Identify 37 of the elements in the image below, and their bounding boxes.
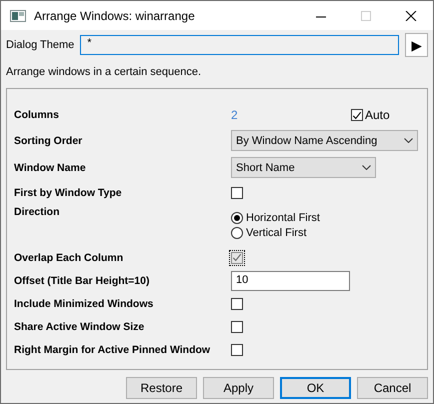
option-label: Share Active Window Size: [14, 320, 146, 332]
app-icon: [10, 10, 26, 22]
option-label: Window Name: [14, 162, 87, 174]
checkbox[interactable]: [231, 344, 243, 356]
dropdown[interactable]: By Window Name Ascending: [231, 130, 418, 151]
dialog-button[interactable]: Apply: [203, 377, 274, 399]
option-label: Columns: [14, 109, 60, 121]
chevron-icon: [404, 138, 413, 143]
play-button[interactable]: ▶: [405, 33, 428, 57]
dialog-button[interactable]: Cancel: [357, 377, 428, 399]
chevron-icon: [362, 165, 371, 170]
option-label: Offset (Title Bar Height=10): [14, 274, 150, 286]
close-icon[interactable]: [404, 10, 418, 20]
option-label: Overlap Each Column: [14, 252, 124, 264]
input-field[interactable]: 10: [231, 270, 350, 290]
option-label: Sorting Order: [14, 134, 84, 146]
checkbox[interactable]: [231, 320, 243, 332]
radio-label: Vertical First: [246, 227, 307, 239]
option-label: Include Minimized Windows: [14, 298, 154, 310]
description: Arrange windows in a certain sequence.: [5, 65, 202, 80]
field-label: Dialog Theme: [6, 39, 74, 51]
theme-field[interactable]: *: [80, 35, 399, 55]
dialog-button[interactable]: OK: [280, 377, 351, 399]
option-label: First by Window Type: [14, 186, 123, 198]
radio-button[interactable]: [231, 212, 243, 224]
dialog-button[interactable]: Restore: [126, 377, 197, 399]
radio-button[interactable]: [231, 227, 243, 239]
checkbox-label: Auto: [365, 108, 390, 122]
column-count: 2: [231, 108, 239, 122]
window-title: Arrange Windows: winarrange: [34, 8, 196, 22]
checkbox[interactable]: [351, 109, 363, 121]
option-label: Direction: [14, 205, 61, 218]
dropdown[interactable]: Short Name: [231, 157, 376, 178]
option-label: Right Margin for Active Pinned Window: [14, 344, 212, 356]
checkbox[interactable]: [231, 298, 243, 310]
radio-label: Horizontal First: [246, 212, 320, 224]
checkbox[interactable]: [231, 186, 243, 198]
